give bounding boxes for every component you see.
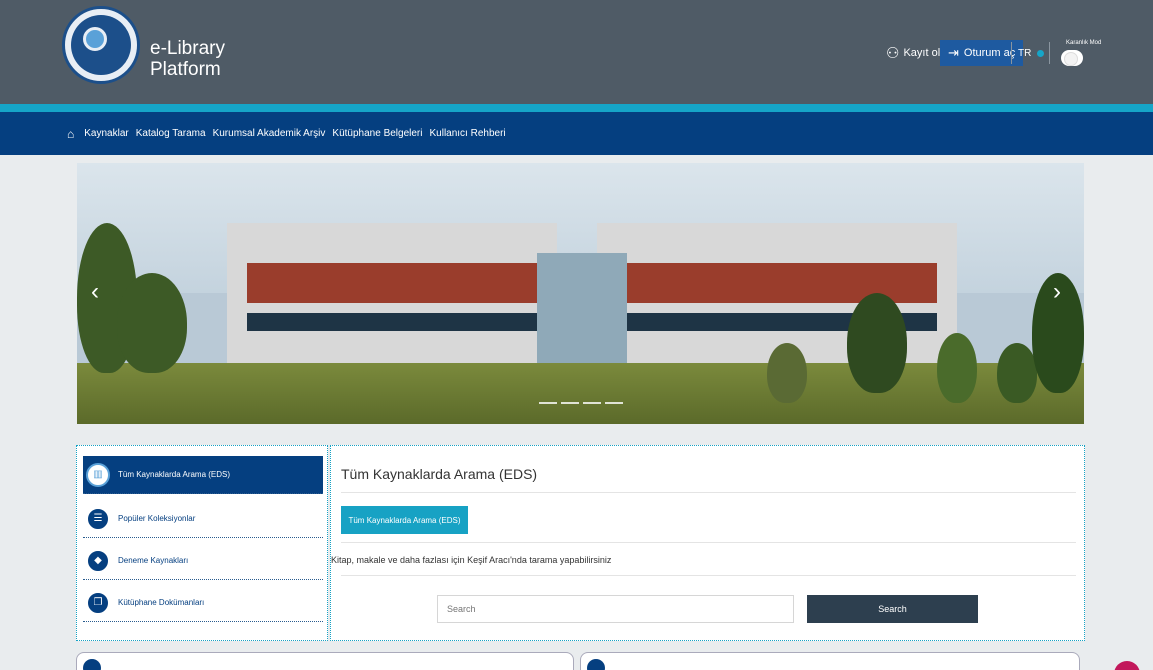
home-icon[interactable]: ⌂ (67, 127, 74, 141)
hero-tree (847, 293, 907, 393)
list-icon: ☰ (86, 506, 110, 531)
card-icon (83, 659, 101, 670)
carousel-next-icon[interactable]: › (1053, 278, 1061, 306)
add-user-icon: ⚇ (886, 45, 900, 62)
hero-tree (117, 273, 187, 373)
university-logo[interactable] (62, 6, 140, 84)
tab-eds[interactable]: Tüm Kaynaklarda Arama (EDS) (341, 506, 468, 534)
carousel-dot[interactable] (583, 402, 601, 404)
divider (341, 542, 1076, 543)
globe-icon (1037, 49, 1045, 57)
sidebar-item-eds[interactable]: ▥ Tüm Kaynaklarda Arama (EDS) (83, 456, 323, 494)
sidebar-item-documents[interactable]: ❐ Kütüphane Dokümanları (83, 584, 323, 622)
sidebar-item-label: Deneme Kaynakları (118, 556, 189, 565)
nav-item-kaynaklar[interactable]: Kaynaklar (84, 128, 128, 139)
carousel-indicators (539, 402, 623, 404)
divider (341, 492, 1076, 493)
header-divider (1049, 42, 1050, 64)
accent-strip (0, 104, 1153, 112)
header-divider (1011, 42, 1012, 64)
nav-item-rehber[interactable]: Kullanıcı Rehberi (429, 128, 505, 139)
search-sidebar: ▥ Tüm Kaynaklarda Arama (EDS) ☰ Popüler … (76, 445, 328, 641)
language-selector[interactable]: TR (1018, 40, 1045, 66)
signup-link[interactable]: ⚇ Kayıt ol (886, 40, 940, 66)
help-chat-icon[interactable] (1114, 661, 1140, 670)
tag-icon: ◆ (86, 548, 110, 573)
language-label: TR (1018, 47, 1032, 59)
hero-tree (937, 333, 977, 403)
document-icon: ❐ (86, 590, 110, 615)
nav-item-katalog[interactable]: Katalog Tarama (136, 128, 206, 139)
hero-carousel: ‹ › (77, 163, 1084, 424)
dark-mode-toggle[interactable] (1061, 50, 1083, 66)
bottom-card (580, 652, 1080, 670)
search-panel: Tüm Kaynaklarda Arama (EDS) Tüm Kaynakla… (330, 445, 1085, 641)
carousel-dot[interactable] (605, 402, 623, 404)
brand-line-2: Platform (150, 59, 221, 80)
sidebar-item-label: Kütüphane Dokümanları (118, 598, 205, 607)
site-header: e-Library Platform ⚇ Kayıt ol ⇥ Oturum a… (0, 0, 1153, 104)
search-button[interactable]: Search (807, 595, 978, 623)
sidebar-item-label: Tüm Kaynaklarda Arama (EDS) (118, 470, 231, 479)
carousel-prev-icon[interactable]: ‹ (91, 278, 99, 306)
hero-tree (997, 343, 1037, 403)
nav-item-belgeler[interactable]: Kütüphane Belgeleri (332, 128, 422, 139)
divider (341, 575, 1076, 576)
search-input[interactable] (437, 595, 794, 623)
sidebar-item-label: Popüler Koleksiyonlar (118, 514, 196, 523)
dark-mode-label: Karanlık Mod (1066, 40, 1102, 46)
login-label: Oturum aç (963, 47, 1016, 59)
hero-lawn (77, 363, 1084, 424)
building-windows (247, 313, 537, 331)
panel-title: Tüm Kaynaklarda Arama (EDS) (341, 466, 538, 482)
carousel-dot[interactable] (561, 402, 579, 404)
library-icon: ▥ (86, 462, 110, 487)
hero-building-left (227, 223, 557, 373)
nav-item-arsiv[interactable]: Kurumsal Akademik Arşiv (213, 128, 326, 139)
bottom-card (76, 652, 574, 670)
signup-label: Kayıt ol (903, 47, 941, 59)
building-facade (247, 263, 537, 303)
hero-building-center (537, 253, 627, 373)
panel-description: Kitap, makale ve daha fazlası için Keşif… (331, 555, 612, 565)
main-nav: ⌂ Kaynaklar Katalog Tarama Kurumsal Akad… (0, 112, 1153, 155)
card-icon (587, 659, 605, 670)
brand-line-1: e-Library (150, 38, 225, 59)
carousel-dot[interactable] (539, 402, 557, 404)
logo-emblem (83, 27, 107, 51)
sign-in-icon: ⇥ (948, 45, 959, 60)
brand-title[interactable]: e-Library Platform (150, 38, 225, 80)
sidebar-item-collections[interactable]: ☰ Popüler Koleksiyonlar (83, 500, 323, 538)
hero-tree (767, 343, 807, 403)
sidebar-item-trials[interactable]: ◆ Deneme Kaynakları (83, 542, 323, 580)
